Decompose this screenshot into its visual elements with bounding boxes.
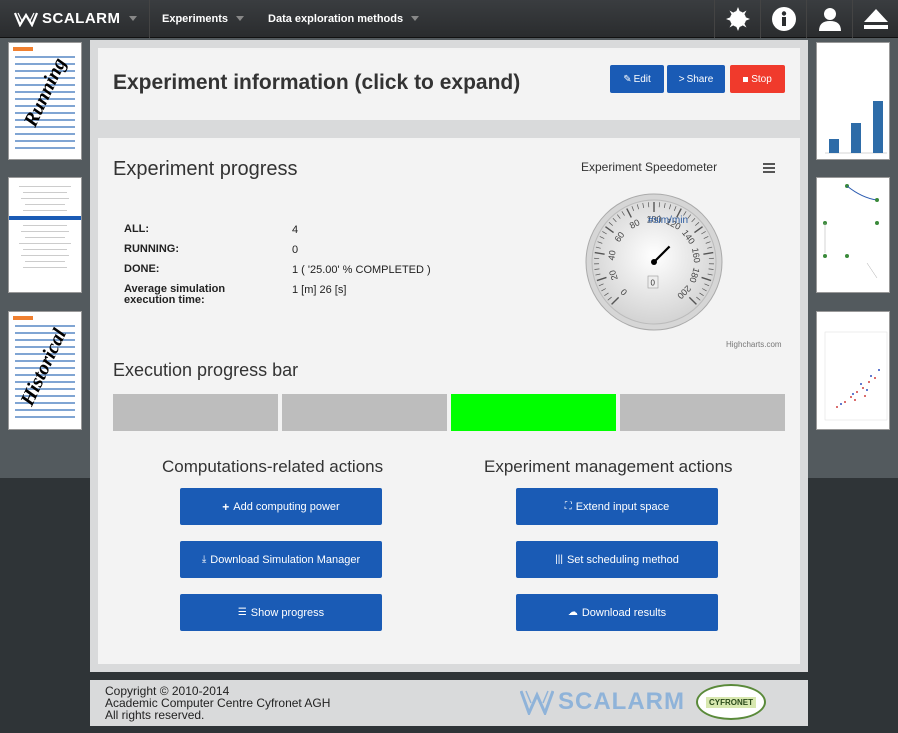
experiment-progress-panel: Experiment progress ALL: 4 RUNNING: 0 DO… [98, 138, 800, 664]
gauge-tick-label: 40 [606, 250, 617, 261]
expand-icon: ⛶ [564, 501, 572, 512]
gear-icon [725, 7, 750, 31]
stat-running-value: 0 [292, 244, 299, 256]
chart-menu-icon[interactable] [763, 163, 775, 175]
stat-all-value: 4 [292, 224, 299, 236]
experiment-progress-title: Experiment progress [113, 158, 298, 180]
nav-data-exploration[interactable]: Data exploration methods [256, 0, 431, 38]
plus-icon: + [222, 499, 230, 514]
scalarm-logo-icon [14, 12, 38, 27]
chevron-down-icon [411, 16, 420, 21]
management-title: Experiment management actions [484, 457, 733, 476]
bar-chart-preview-icon [825, 101, 887, 154]
stat-running-label: RUNNING: [124, 243, 179, 255]
chevron-down-icon [236, 16, 245, 21]
bar-chart-thumbnail[interactable] [816, 42, 890, 160]
share-button[interactable]: > Share [667, 65, 725, 93]
tree-chart-preview-icon [823, 184, 879, 279]
experiment-info-panel[interactable]: Experiment information (click to expand)… [98, 48, 800, 120]
download-simulation-manager-button[interactable]: ⤓ Download Simulation Manager [180, 541, 382, 578]
footer-logo-text: SCALARM [558, 688, 685, 715]
brand[interactable]: SCALARM [0, 0, 150, 38]
cyfronet-logo: CYFRONET [696, 684, 766, 720]
experiment-info-title[interactable]: Experiment information (click to expand) [113, 71, 520, 95]
show-progress-label: Show progress [250, 606, 325, 619]
brand-text: SCALARM [42, 10, 121, 27]
footer-scalarm-logo: SCALARM [520, 688, 685, 716]
scatter-chart-preview-icon [824, 331, 888, 421]
extend-input-space-button[interactable]: ⛶ Extend input space [516, 488, 718, 525]
list-icon: ☰ [237, 607, 247, 618]
info-icon [771, 7, 796, 31]
nav-data-exploration-label: Data exploration methods [268, 12, 404, 25]
progress-segment-done[interactable] [451, 394, 616, 431]
eject-icon [863, 9, 888, 29]
extend-input-space-label: Extend input space [575, 500, 670, 513]
thumbnail-header [13, 316, 33, 320]
cloud-download-icon: ☁ [567, 607, 578, 618]
download-results-label: Download results [581, 606, 667, 619]
set-scheduling-method-label: Set scheduling method [566, 553, 679, 566]
scatter-chart-thumbnail[interactable] [816, 311, 890, 430]
nav-experiments[interactable]: Experiments [150, 0, 256, 38]
edit-label: Edit [633, 73, 651, 85]
add-computing-power-label: Add computing power [233, 500, 340, 513]
speedometer-value: 0 [651, 279, 656, 288]
progress-segment-pending[interactable] [113, 394, 278, 431]
share-icon: > [678, 73, 685, 85]
progress-segment-pending[interactable] [282, 394, 447, 431]
speedometer-unit: #sim/min [648, 215, 688, 226]
stat-all-label: ALL: [124, 223, 150, 235]
edit-button[interactable]: ✎ Edit [610, 65, 664, 93]
edit-icon: ✎ [623, 73, 632, 85]
execution-progress-title: Execution progress bar [113, 360, 299, 380]
historical-experiments-thumbnail[interactable]: Historical [8, 311, 82, 430]
computations-title: Computations-related actions [162, 457, 384, 476]
stat-done-label: DONE: [124, 263, 160, 275]
stop-label: Stop [751, 73, 772, 85]
chevron-down-icon[interactable] [128, 16, 137, 21]
download-icon: ⤓ [201, 554, 207, 565]
download-results-button[interactable]: ☁ Download results [516, 594, 718, 631]
stat-avg-time-label: Average simulation execution time: [124, 283, 226, 306]
footer: Copyright © 2010-2014 Academic Computer … [90, 680, 808, 726]
logout-button[interactable] [852, 0, 898, 38]
footer-rights: All rights reserved. [105, 708, 205, 722]
stat-done-value: 1 ( '25.00' % COMPLETED ) [292, 264, 431, 276]
stop-button[interactable]: Stop [730, 65, 785, 93]
scalarm-logo-icon [520, 690, 554, 715]
menu-thumbnail[interactable] [8, 177, 82, 293]
cyfronet-logo-text: CYFRONET [706, 696, 756, 708]
progress-segment-pending[interactable] [620, 394, 785, 431]
user-button[interactable] [806, 0, 852, 38]
stop-icon [743, 76, 749, 82]
speedometer-gauge: 020406080 100 120140160180200 #sim/min 0 [585, 193, 723, 331]
thumbnail-menu-list [9, 178, 81, 268]
running-experiments-thumbnail[interactable]: Running [8, 42, 82, 160]
highcharts-credit[interactable]: Highcharts.com [726, 340, 782, 349]
tree-chart-thumbnail[interactable] [816, 177, 890, 293]
thumbnail-header [13, 47, 33, 51]
settings-button[interactable] [714, 0, 760, 38]
set-scheduling-method-button[interactable]: ||| Set scheduling method [516, 541, 718, 578]
add-computing-power-button[interactable]: + Add computing power [180, 488, 382, 525]
info-button[interactable] [760, 0, 806, 38]
share-label: Share [686, 73, 714, 85]
stat-avg-time-value: 1 [m] 26 [s] [292, 284, 347, 296]
user-icon [818, 8, 841, 31]
navbar: SCALARM Experiments Data exploration met… [0, 0, 898, 38]
speedometer-title: Experiment Speedometer [581, 160, 718, 174]
show-progress-button[interactable]: ☰ Show progress [180, 594, 382, 631]
nav-experiments-label: Experiments [162, 12, 229, 25]
barcode-icon: ||| [555, 554, 563, 565]
download-simulation-manager-label: Download Simulation Manager [210, 553, 361, 566]
